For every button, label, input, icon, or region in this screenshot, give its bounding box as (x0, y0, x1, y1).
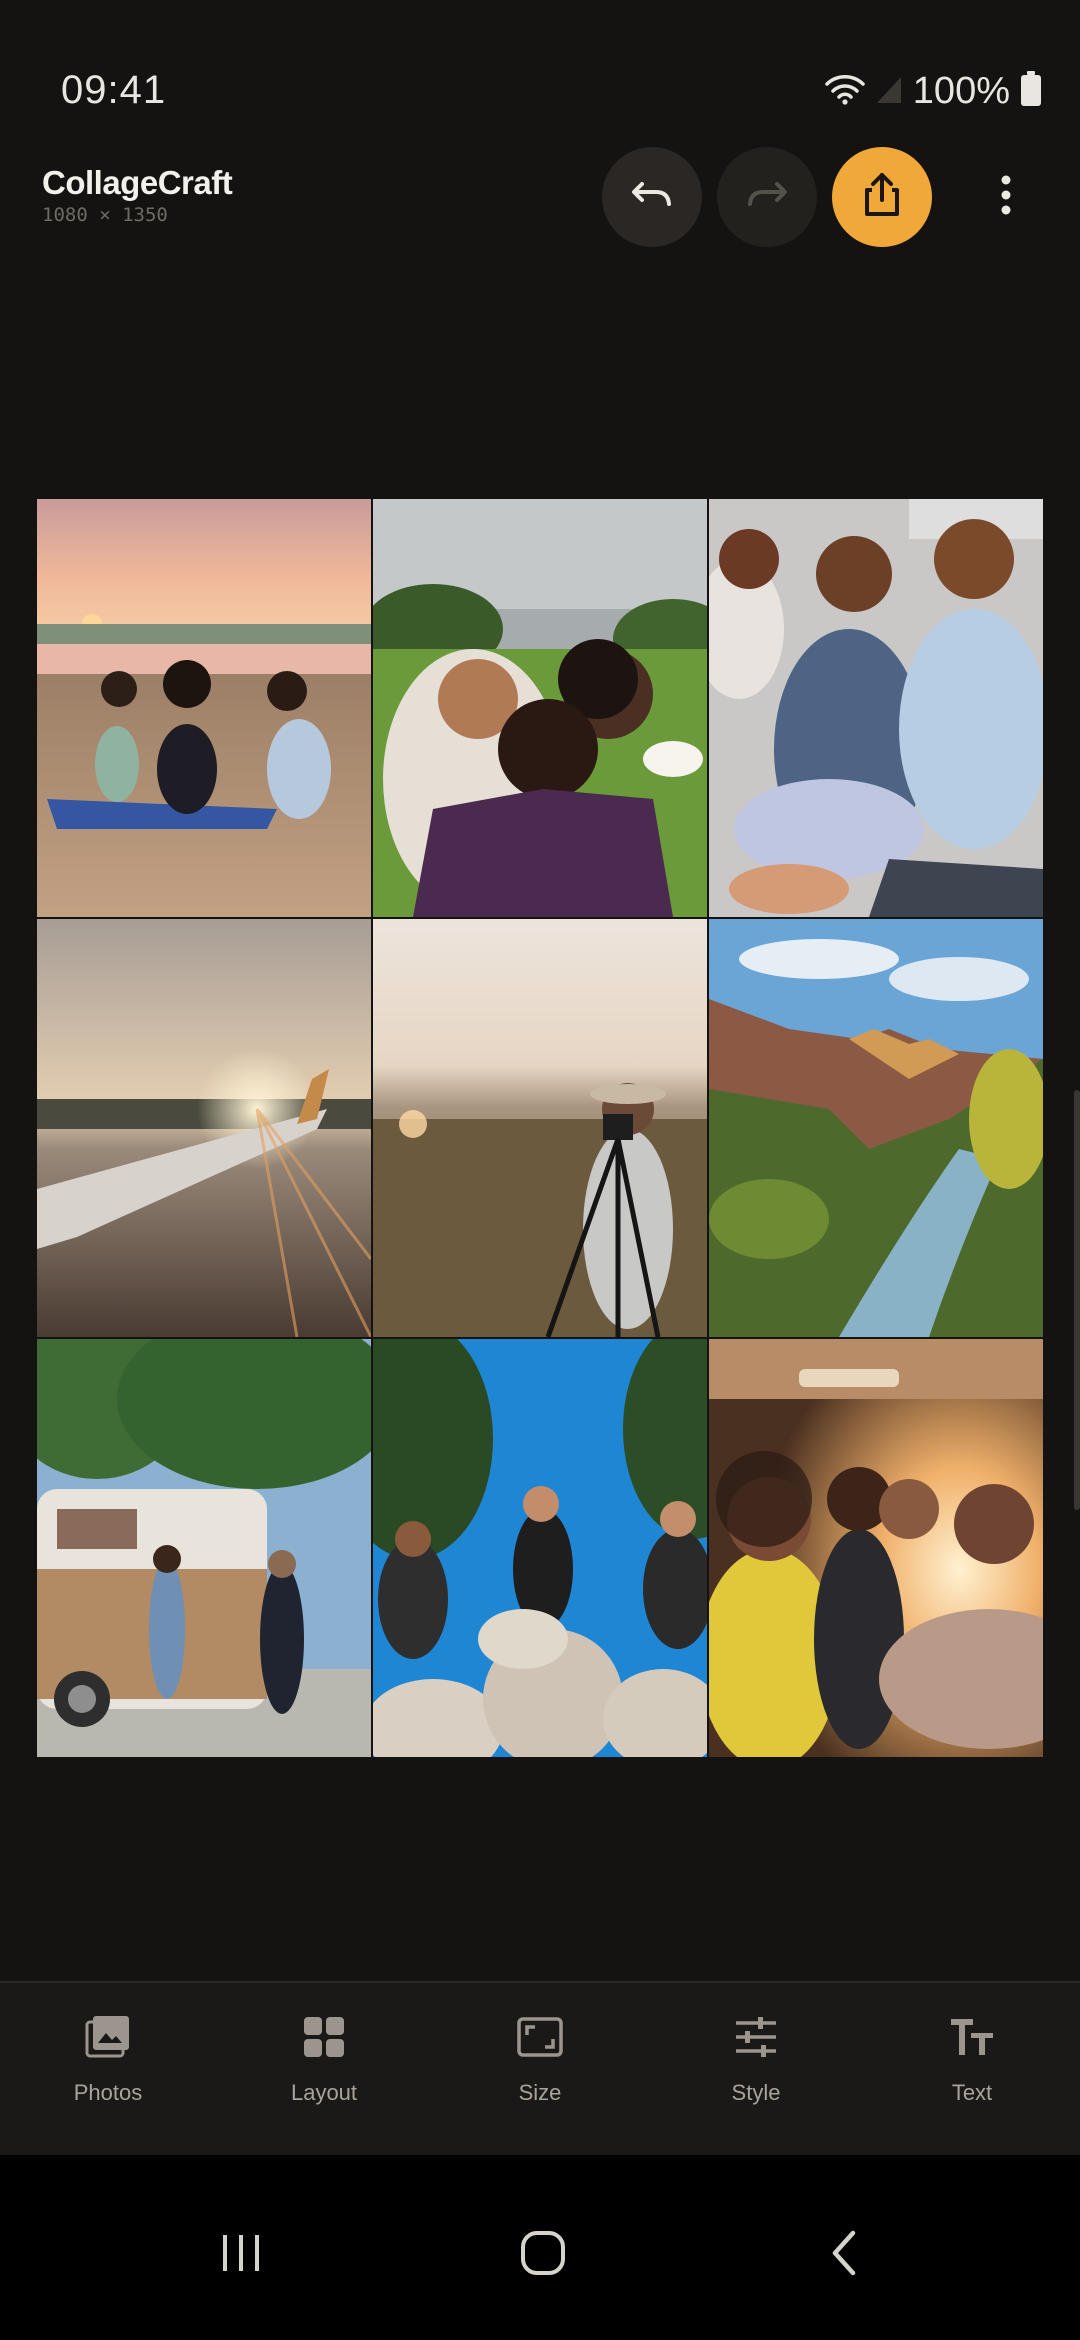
more-vertical-icon (1000, 175, 1012, 220)
toolbar-item-layout[interactable]: Layout (216, 1983, 432, 2155)
app-title: CollageCraft (42, 164, 233, 201)
collage-photo-friends-on-rocks[interactable] (373, 1339, 707, 1757)
collage-editor-screen: 09:41 100% CollageCraft 1080 × 1350 Phot… (0, 0, 1080, 2340)
signal-icon (875, 73, 903, 110)
toolbar-label-layout: Layout (290, 2080, 358, 2105)
layout-icon (300, 2013, 348, 2066)
recent-apps-button[interactable] (191, 2205, 291, 2305)
more-options-button[interactable] (986, 167, 1026, 227)
photos-icon (84, 2013, 132, 2066)
battery-icon (1020, 71, 1042, 112)
collage-photo-camper-van[interactable] (37, 1339, 371, 1757)
undo-button[interactable] (602, 147, 702, 247)
redo-button[interactable] (717, 147, 817, 247)
toolbar-label-photos: Photos (73, 2080, 143, 2105)
collage-photo-car-selfie[interactable] (709, 1339, 1043, 1757)
status-time: 09:41 (61, 68, 167, 112)
collage-photo-canyon-river[interactable] (709, 919, 1043, 1337)
back-button[interactable] (795, 2205, 895, 2305)
back-icon (825, 2229, 865, 2282)
home-icon (519, 2229, 567, 2282)
toolbar-item-size[interactable]: Size (432, 1983, 648, 2155)
recents-icon (219, 2231, 263, 2280)
toolbar-label-text: Text (951, 2080, 993, 2105)
style-icon (732, 2013, 780, 2066)
side-scroll-handle[interactable] (1074, 1090, 1080, 1510)
toolbar-label-size: Size (518, 2080, 562, 2105)
collage-photo-photographer[interactable] (373, 919, 707, 1337)
collage-photo-couple-laughing[interactable] (373, 499, 707, 917)
system-navigation-bar (0, 2155, 1080, 2340)
toolbar-item-text[interactable]: Text (864, 1983, 1080, 2155)
undo-icon (630, 178, 674, 217)
collage-photo-airplane-wing[interactable] (37, 919, 371, 1337)
share-export-button[interactable] (832, 147, 932, 247)
collage-canvas[interactable] (37, 499, 1043, 1757)
canvas-size-label: 1080 × 1350 (42, 204, 168, 226)
toolbar-item-style[interactable]: Style (648, 1983, 864, 2155)
battery-percent: 100% (912, 70, 1010, 112)
toolbar-label-style: Style (731, 2080, 781, 2105)
bottom-toolbar: Photos Layout Size Style Text (0, 1981, 1080, 2155)
text-icon (948, 2013, 996, 2066)
collage-photo-three-friends[interactable] (709, 499, 1043, 917)
status-indicators: 100% (825, 70, 1042, 113)
wifi-icon (825, 72, 865, 111)
redo-icon (745, 178, 789, 217)
size-icon (516, 2013, 564, 2066)
status-bar: 09:41 100% (0, 0, 1080, 150)
share-icon (862, 172, 902, 223)
collage-photo-beach-sunset[interactable] (37, 499, 371, 917)
home-button[interactable] (493, 2205, 593, 2305)
toolbar-item-photos[interactable]: Photos (0, 1983, 216, 2155)
